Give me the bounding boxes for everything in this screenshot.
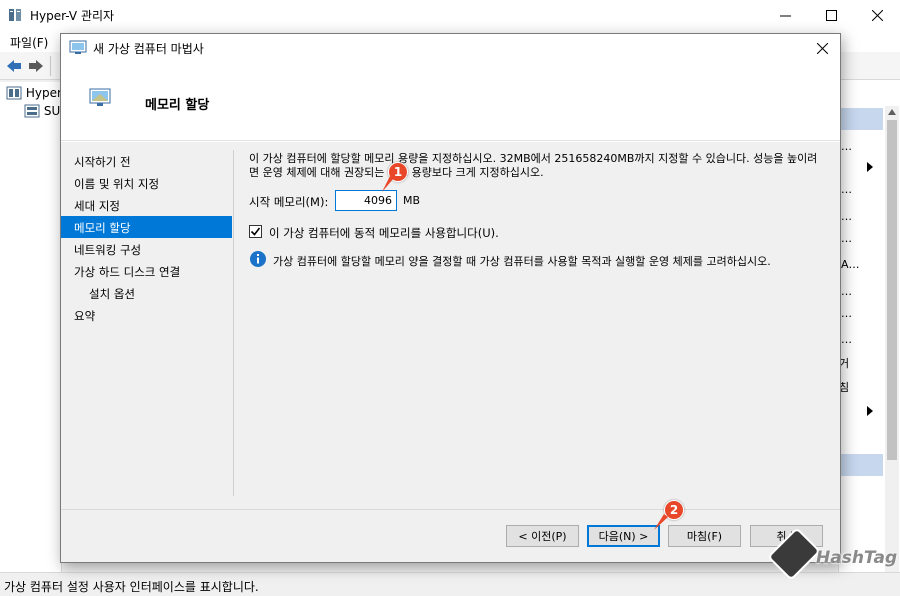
info-icon (250, 251, 266, 267)
action-item-refresh[interactable]: 침 (839, 379, 881, 395)
previous-button[interactable]: < 이전(P) (506, 525, 579, 547)
actions-scrollbar[interactable] (885, 106, 899, 576)
memory-description: 이 가상 컴퓨터에 할당할 메모리 용량을 지정하십시오. 32MB에서 251… (249, 152, 818, 179)
submenu-arrow-icon (867, 162, 873, 172)
main-window-title: Hyper-V 관리자 (30, 9, 115, 23)
wizard-title: 새 가상 컴퓨터 마법사 (93, 42, 204, 56)
dynamic-memory-checkbox[interactable] (249, 225, 262, 238)
wizard-step-before-you-begin[interactable]: 시작하기 전 (61, 150, 232, 172)
scroll-up-icon[interactable] (888, 109, 896, 115)
action-item[interactable]: … (841, 307, 883, 320)
wizard-step-networking[interactable]: 네트워킹 구성 (61, 238, 232, 260)
action-item[interactable]: … (841, 232, 883, 245)
wizard-step-memory[interactable]: 메모리 할당 (61, 216, 232, 238)
maximize-icon (825, 9, 837, 21)
nav-separator (233, 150, 234, 496)
watermark-text: HashTag (816, 548, 898, 568)
new-vm-wizard-dialog: 새 가상 컴퓨터 마법사 메모리 할당 시작하기 전 이름 및 위치 지정 세대… (60, 33, 841, 563)
startup-memory-label: 시작 메모리(M): (249, 195, 329, 209)
action-item-remove[interactable]: 거 (839, 355, 881, 371)
hyperv-app-icon (9, 9, 21, 21)
startup-memory-row: 시작 메모리(M): MB (249, 190, 549, 212)
submenu-arrow-icon (867, 406, 873, 416)
hashtag-logo-icon (769, 529, 819, 579)
action-item[interactable]: … (841, 333, 883, 346)
menu-file[interactable]: 파일(F) (10, 34, 48, 51)
footer-separator (61, 509, 840, 510)
wizard-page-title: 메모리 할당 (145, 98, 210, 113)
scrollbar-thumb[interactable] (887, 120, 897, 460)
minimize-icon (779, 15, 791, 16)
toolbar-separator (50, 56, 51, 76)
watermark: HashTag (769, 529, 898, 579)
action-item[interactable]: A… (841, 258, 883, 271)
wizard-header: 메모리 할당 (61, 62, 840, 141)
forward-arrow-icon[interactable] (28, 58, 44, 74)
dynamic-memory-option[interactable]: 이 가상 컴퓨터에 동적 메모리를 사용합니다(U). (249, 224, 649, 242)
actions-pane: … … … … A… … … … 거 침 (838, 80, 900, 576)
info-text: 가상 컴퓨터에 할당할 메모리 양을 결정할 때 가상 컴퓨터를 사용할 목적과… (273, 255, 771, 268)
callout-pointer-icon (654, 514, 668, 530)
wizard-step-generation[interactable]: 세대 지정 (61, 194, 232, 216)
startup-memory-input[interactable] (335, 190, 397, 211)
back-arrow-icon[interactable] (6, 58, 22, 74)
maximize-button[interactable] (808, 0, 854, 30)
info-note: 가상 컴퓨터에 할당할 메모리 양을 결정할 때 가상 컴퓨터를 사용할 목적과… (249, 250, 834, 270)
wizard-title-bar: 새 가상 컴퓨터 마법사 (61, 34, 840, 62)
wizard-body: 시작하기 전 이름 및 위치 지정 세대 지정 메모리 할당 네트워킹 구성 가… (61, 142, 840, 562)
memory-page-icon (89, 88, 111, 106)
actions-header-1[interactable] (839, 108, 883, 130)
action-item[interactable]: … (841, 183, 883, 196)
actions-header-2[interactable] (839, 454, 883, 476)
server-icon (24, 104, 40, 118)
wizard-steps: 시작하기 전 이름 및 위치 지정 세대 지정 메모리 할당 네트워킹 구성 가… (61, 142, 233, 522)
wizard-step-name-location[interactable]: 이름 및 위치 지정 (61, 172, 232, 194)
close-window-button[interactable] (854, 0, 900, 30)
wizard-step-install-options[interactable]: 설치 옵션 (61, 282, 232, 304)
action-item[interactable]: … (841, 285, 883, 298)
main-title-bar: Hyper-V 관리자 (0, 0, 900, 30)
finish-button[interactable]: 마침(F) (668, 525, 741, 547)
next-button[interactable]: 다음(N) > (587, 525, 660, 547)
wizard-step-virtual-disk[interactable]: 가상 하드 디스크 연결 (61, 260, 232, 282)
close-icon (871, 9, 883, 21)
dynamic-memory-label: 이 가상 컴퓨터에 동적 메모리를 사용합니다(U). (269, 226, 499, 240)
minimize-button[interactable] (762, 0, 808, 30)
tree-item-server[interactable]: SU (24, 104, 60, 118)
wizard-close-button[interactable] (808, 36, 836, 60)
action-item[interactable]: … (841, 210, 883, 223)
server-group-icon (6, 86, 22, 100)
tree-item-server-label: SU (43, 104, 61, 118)
callout-pointer-icon (382, 176, 394, 192)
startup-memory-unit: MB (403, 194, 421, 207)
status-bar: 가상 컴퓨터 설정 사용자 인터페이스를 표시합니다. (0, 572, 900, 596)
checkmark-icon (250, 227, 261, 236)
wizard-step-summary[interactable]: 요약 (61, 304, 232, 326)
action-item[interactable]: … (841, 140, 883, 153)
close-icon (816, 42, 828, 54)
status-text: 가상 컴퓨터 설정 사용자 인터페이스를 표시합니다. (4, 580, 259, 594)
wizard-monitor-icon (69, 40, 87, 54)
navigation-tree: Hyper-V SU (0, 82, 73, 572)
